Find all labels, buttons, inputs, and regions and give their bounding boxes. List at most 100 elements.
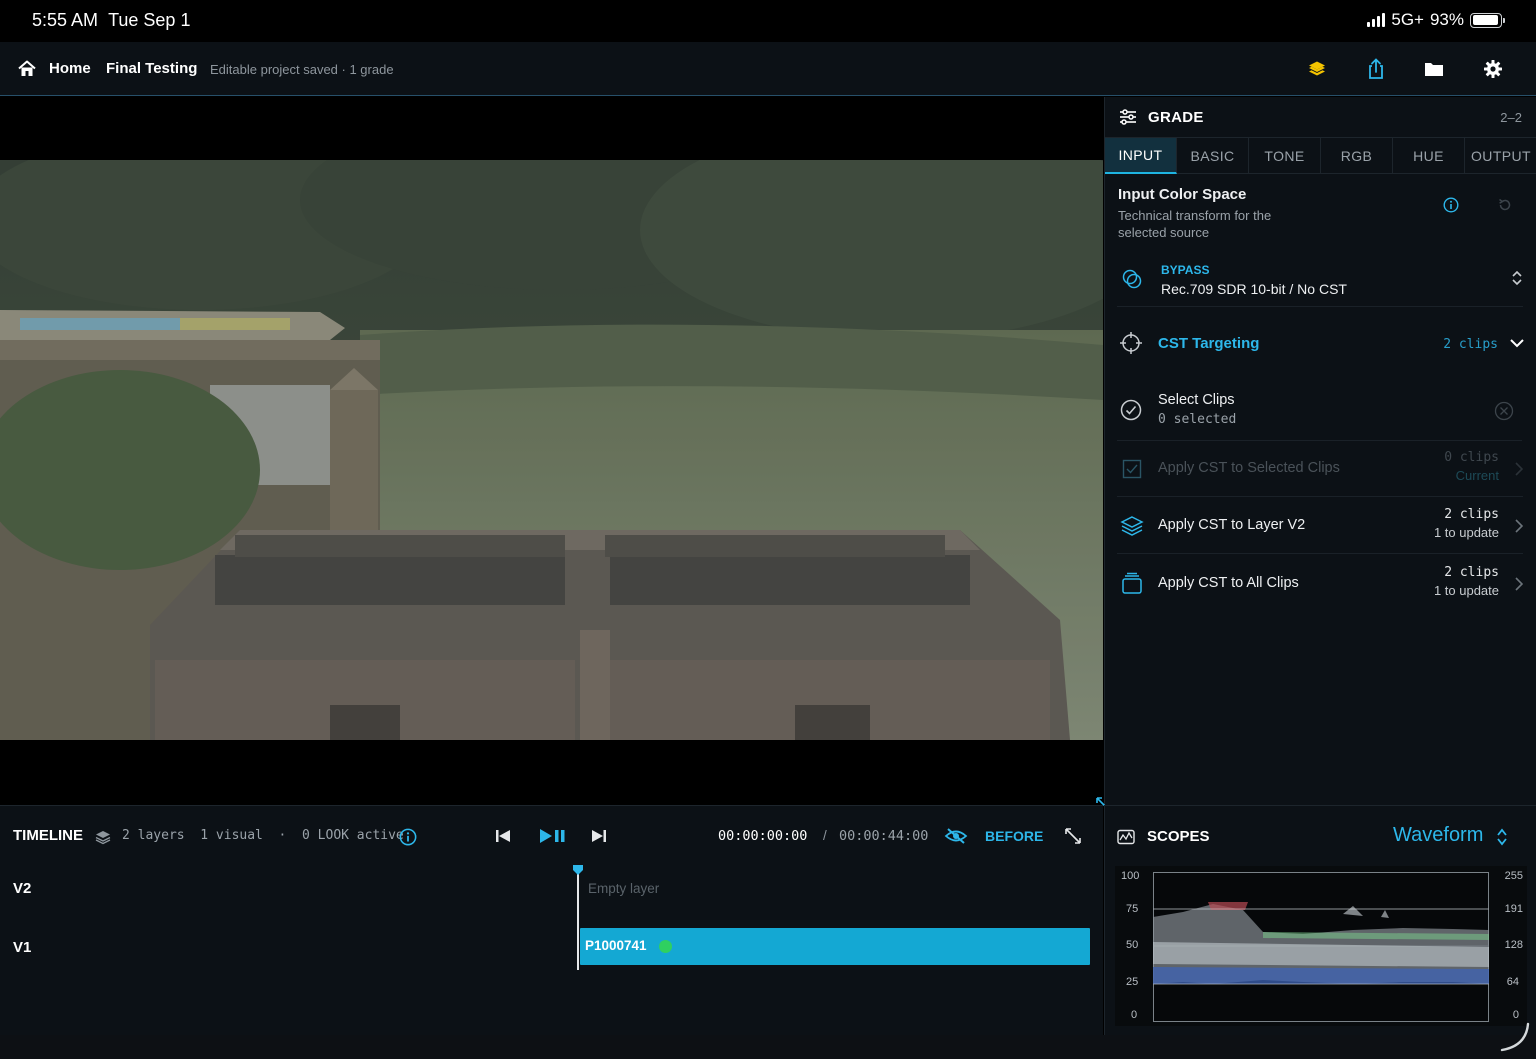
video-frame: [0, 160, 1103, 740]
info-icon[interactable]: [1443, 197, 1459, 213]
layers-icon: [1120, 516, 1144, 536]
reset-icon[interactable]: [1497, 197, 1513, 213]
clear-icon[interactable]: [1494, 401, 1514, 421]
top-nav: Home Final Testing Editable project save…: [0, 42, 1536, 96]
bypass-selector[interactable]: BYPASS Rec.709 SDR 10-bit / No CST: [1117, 249, 1523, 307]
bypass-value: Rec.709 SDR 10-bit / No CST: [1161, 281, 1347, 297]
tab-rgb[interactable]: RGB: [1321, 138, 1393, 174]
chevron-updown-icon[interactable]: [1496, 827, 1508, 847]
grade-count: 2–2: [1500, 110, 1522, 125]
grade-title: GRADE: [1148, 109, 1204, 126]
empty-layer-label: Empty layer: [588, 881, 660, 896]
scope-area: 100 75 50 25 0 255 191 128 64 0: [1115, 866, 1527, 1026]
video-frame-image: [0, 160, 1103, 740]
signal-icon: [1367, 13, 1386, 27]
before-toggle[interactable]: BEFORE: [985, 828, 1043, 844]
chevron-updown-icon: [1512, 270, 1522, 286]
apply-cst-selected-label: Apply CST to Selected Clips: [1158, 460, 1340, 476]
video-viewer[interactable]: [0, 97, 1103, 803]
apply-cst-selected-detail: Current: [1455, 468, 1499, 483]
color-space-icon: [1122, 269, 1142, 289]
project-title[interactable]: Final Testing: [106, 60, 197, 77]
playhead-handle[interactable]: [572, 864, 584, 876]
skip-back-icon[interactable]: [494, 828, 512, 844]
bypass-label: BYPASS: [1161, 263, 1210, 277]
cst-targeting-count: 2 clips: [1443, 337, 1498, 352]
playhead[interactable]: [577, 870, 579, 970]
clip-status-icon: [659, 940, 672, 953]
apply-cst-all-clips: 2 clips: [1444, 565, 1499, 580]
scope-mode-select[interactable]: Waveform: [1393, 824, 1483, 847]
home-icon[interactable]: [17, 59, 37, 79]
apply-cst-layer-label: Apply CST to Layer V2: [1158, 517, 1306, 533]
network-label: 5G+: [1391, 10, 1424, 29]
tab-input[interactable]: INPUT: [1105, 138, 1177, 174]
gear-icon[interactable]: [1482, 58, 1504, 80]
tab-basic[interactable]: BASIC: [1177, 138, 1249, 174]
scope-left-tick: 50: [1126, 939, 1139, 951]
check-circle-icon: [1120, 399, 1142, 421]
status-time: 5:55 AM Tue Sep 1: [32, 10, 191, 30]
scopes-panel: SCOPES Waveform 100 75 50 25 0 255 191 1…: [1104, 805, 1536, 1035]
clip-name: P1000741: [585, 938, 647, 953]
chevron-right-icon: [1515, 462, 1523, 476]
battery-label: 93%: [1429, 10, 1464, 29]
apply-cst-layer-detail: 1 to update: [1433, 525, 1499, 540]
track-label-v2: V2: [13, 880, 32, 897]
scope-left-tick: 0: [1131, 1009, 1138, 1021]
grade-panel: GRADE 2–2 INPUT BASIC TONE RGB HUE OUTPU…: [1104, 97, 1536, 805]
apply-cst-all-detail: 1 to update: [1433, 583, 1499, 598]
layers-icon: [95, 831, 111, 845]
checkbox-icon: [1122, 459, 1142, 479]
skip-forward-icon[interactable]: [590, 828, 608, 844]
timeline-panel: TIMELINE 2 layers 1 visual · 0 LOOK acti…: [0, 805, 1103, 1035]
bottom-bar: [0, 1035, 1536, 1059]
eye-off-icon[interactable]: [944, 827, 968, 845]
scopes-title: SCOPES: [1147, 828, 1210, 845]
scope-left-tick: 100: [1121, 870, 1140, 882]
sliders-icon: [1120, 109, 1136, 125]
project-status: Editable project saved · 1 grade: [210, 62, 394, 77]
select-clips-status: 0 selected: [1158, 412, 1237, 427]
tab-tone[interactable]: TONE: [1249, 138, 1321, 174]
corner-handle-icon: [1500, 1022, 1530, 1052]
select-clips-title[interactable]: Select Clips: [1158, 392, 1235, 408]
expand-icon[interactable]: [1064, 827, 1082, 845]
crosshair-icon: [1120, 332, 1142, 354]
chevron-right-icon: [1515, 519, 1523, 533]
tab-hue[interactable]: HUE: [1393, 138, 1465, 174]
play-pause-icon[interactable]: [538, 827, 566, 845]
status-bar: 5:55 AM Tue Sep 1 5G+ 93%: [0, 0, 1536, 42]
scope-right-tick: 128: [1504, 939, 1523, 951]
scope-right-tick: 191: [1504, 903, 1523, 915]
status-right: 5G+ 93%: [1367, 10, 1505, 30]
scope-left-tick: 75: [1126, 903, 1139, 915]
info-icon[interactable]: [399, 828, 417, 846]
apply-cst-all-row[interactable]: Apply CST to All Clips 2 clips 1 to upda…: [1117, 556, 1523, 612]
grade-tabs: INPUT BASIC TONE RGB HUE OUTPUT: [1105, 137, 1536, 174]
chevron-right-icon: [1515, 577, 1523, 591]
apply-cst-selected-row: Apply CST to Selected Clips 0 clips Curr…: [1117, 441, 1523, 497]
track-label-v1: V1: [13, 939, 32, 956]
scope-left-tick: 25: [1126, 976, 1139, 988]
apply-cst-layer-row[interactable]: Apply CST to Layer V2 2 clips 1 to updat…: [1117, 498, 1523, 554]
timecode-separator: /: [823, 828, 827, 843]
layers-icon[interactable]: [1306, 58, 1328, 80]
folder-icon[interactable]: [1423, 58, 1445, 80]
timeline-summary: 2 layers 1 visual · 0 LOOK active: [122, 828, 404, 843]
stack-icon: [1122, 572, 1142, 594]
waveform-icon: [1117, 829, 1135, 845]
scope-right-tick: 64: [1506, 976, 1519, 988]
cst-targeting-title[interactable]: CST Targeting: [1158, 335, 1259, 352]
input-color-space-title: Input Color Space: [1118, 186, 1247, 203]
share-icon[interactable]: [1365, 58, 1387, 80]
timeline-title: TIMELINE: [13, 827, 83, 844]
apply-cst-all-label: Apply CST to All Clips: [1158, 575, 1299, 591]
home-link[interactable]: Home: [49, 60, 91, 77]
apply-cst-selected-clips: 0 clips: [1444, 450, 1499, 465]
chevron-down-icon[interactable]: [1509, 337, 1525, 349]
total-timecode: 00:00:44:00: [839, 828, 929, 844]
input-color-space-description: Technical transform for the selected sou…: [1118, 208, 1272, 240]
tab-output[interactable]: OUTPUT: [1465, 138, 1536, 174]
clip-p1000741[interactable]: P1000741: [580, 928, 1090, 965]
